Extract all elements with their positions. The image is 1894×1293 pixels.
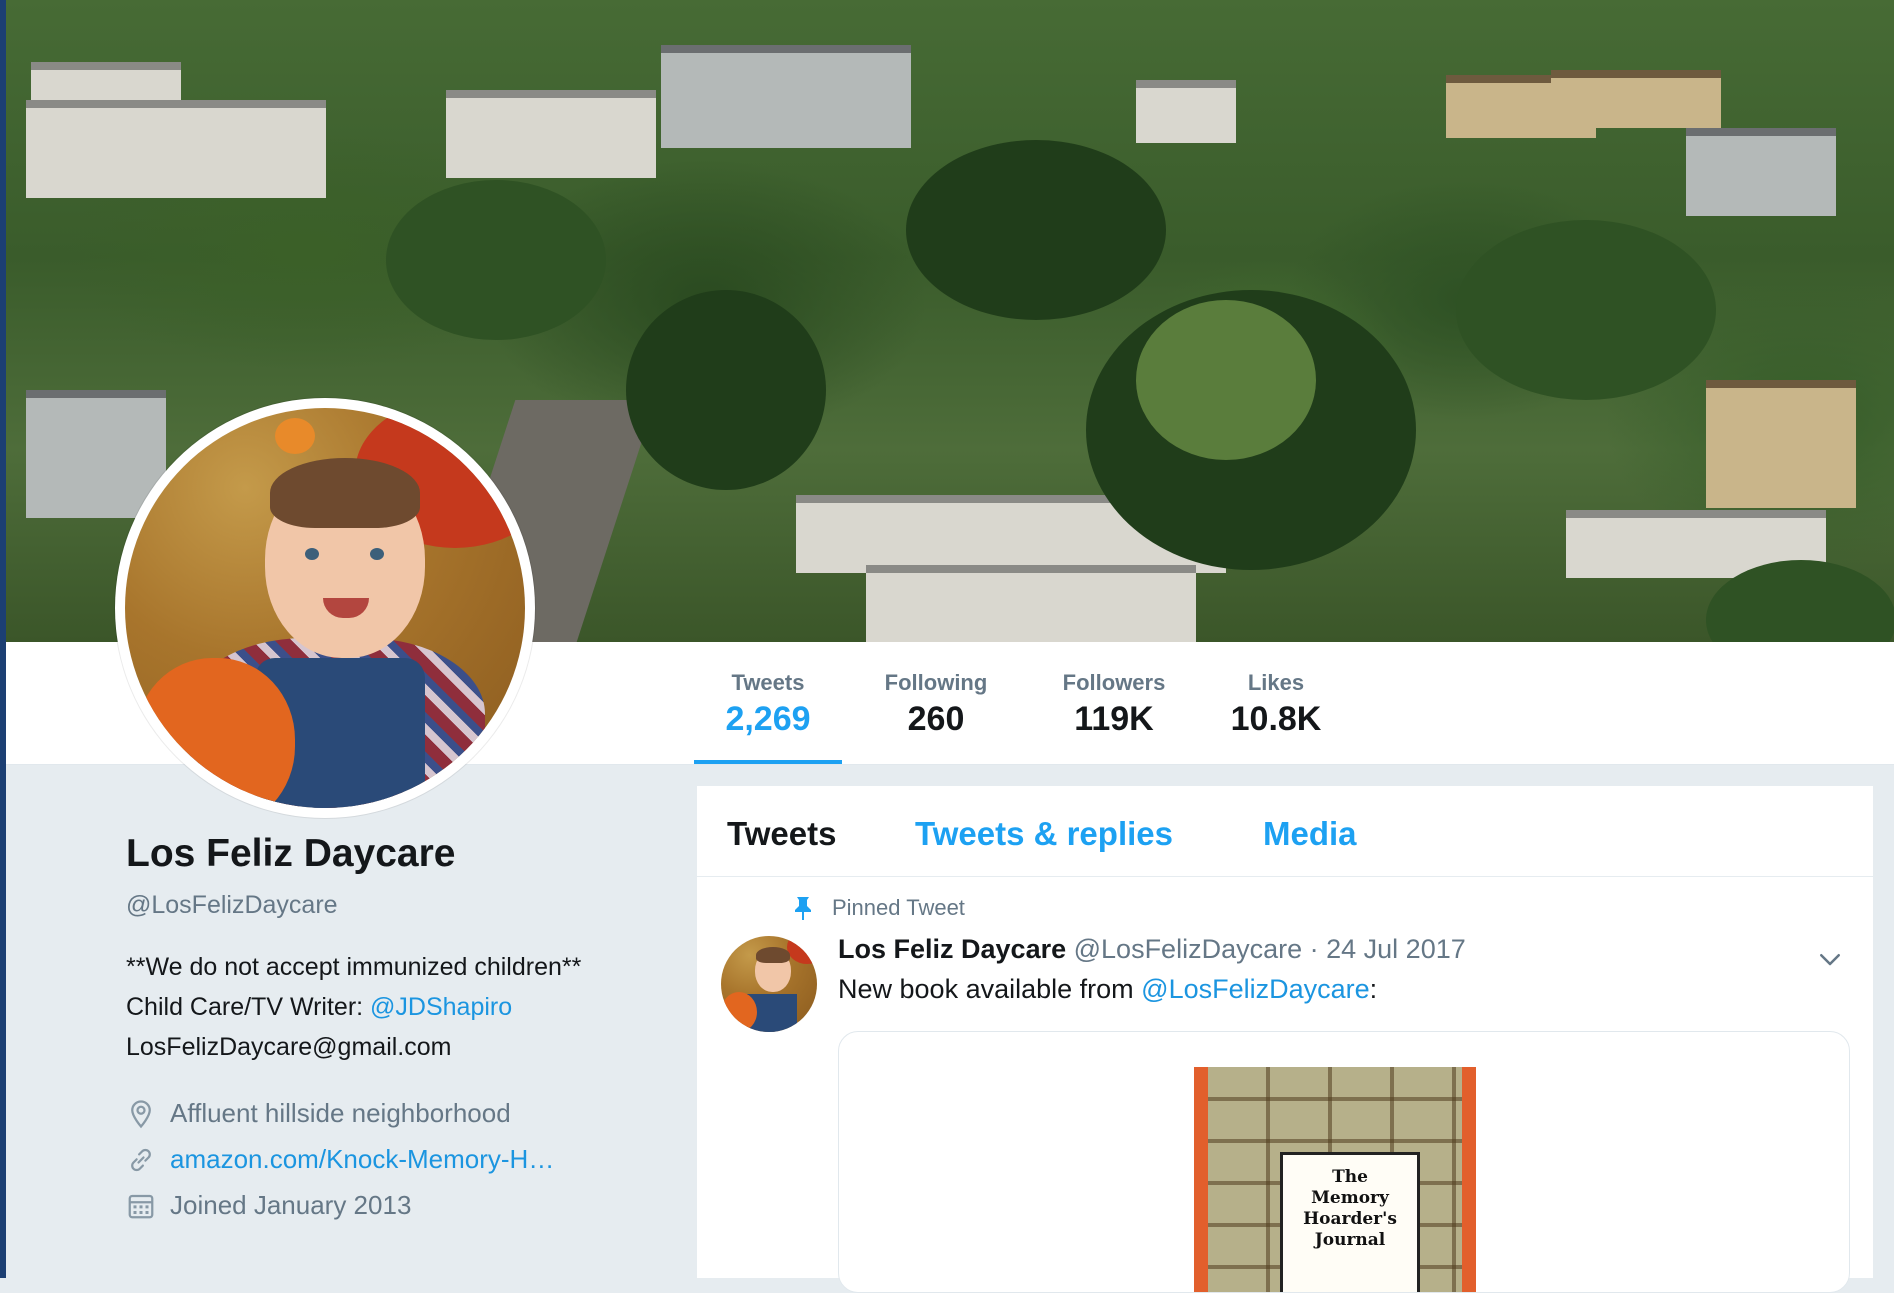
- tweet-text: New book available from @LosFelizDaycare…: [838, 974, 1377, 1005]
- pin-icon: [795, 897, 811, 920]
- avatar-hair: [270, 458, 420, 528]
- joined-text: Joined January 2013: [170, 1190, 412, 1220]
- avatar-eye: [370, 548, 384, 560]
- stat-value: 2,269: [725, 700, 811, 738]
- tweet-header: Los Feliz Daycare @LosFelizDaycare · 24 …: [838, 934, 1466, 965]
- pinned-tweet-label: Pinned Tweet: [792, 895, 965, 921]
- stat-value: 10.8K: [1230, 700, 1322, 738]
- tweet-date[interactable]: 24 Jul 2017: [1326, 934, 1466, 964]
- profile-handle[interactable]: @LosFelizDaycare: [126, 891, 338, 920]
- header-tree: [1456, 220, 1716, 400]
- bio-line: **We do not accept immunized children**: [126, 953, 582, 981]
- tab-tweets-and-replies[interactable]: Tweets & replies: [915, 815, 1173, 853]
- tab-media[interactable]: Media: [1263, 815, 1357, 853]
- website-link[interactable]: amazon.com/Knock-Memory-H…: [170, 1144, 554, 1175]
- avatar-eye: [305, 548, 319, 560]
- profile-name[interactable]: Los Feliz Daycare: [126, 832, 455, 876]
- location-text: Affluent hillside neighborhood: [170, 1098, 511, 1128]
- bio-text: Child Care/TV Writer:: [126, 993, 371, 1021]
- header-house: [1136, 80, 1236, 143]
- header-tree: [906, 140, 1166, 320]
- profile-website: amazon.com/Knock-Memory-H…: [126, 1144, 554, 1175]
- avatar-hair: [756, 947, 790, 963]
- stat-following[interactable]: Following 260: [866, 642, 1006, 764]
- tweet-author-name[interactable]: Los Feliz Daycare: [838, 934, 1066, 964]
- header-house: [1551, 70, 1721, 128]
- profile-joined: Joined January 2013: [126, 1190, 411, 1221]
- stat-followers[interactable]: Followers 119K: [1044, 642, 1184, 764]
- stat-label: Following: [884, 670, 988, 695]
- chevron-down-icon[interactable]: [1815, 944, 1845, 974]
- book-title-line: The: [1332, 1167, 1368, 1187]
- stat-value: 119K: [1074, 700, 1154, 738]
- tweet-avatar[interactable]: [721, 936, 817, 1032]
- avatar-photo: [125, 408, 525, 808]
- tweet-link-card[interactable]: The Memory Hoarder's Journal: [838, 1031, 1850, 1293]
- header-tree: [626, 290, 826, 490]
- stat-label: Followers: [1062, 670, 1166, 695]
- header-house: [26, 100, 326, 198]
- profile-location: Affluent hillside neighborhood: [126, 1098, 511, 1129]
- tweet-timeline: Tweets Tweets & replies Media Pinned Twe…: [697, 786, 1873, 1293]
- location-pin-icon: [131, 1099, 151, 1128]
- header-tree: [386, 180, 606, 340]
- link-icon: [131, 1148, 151, 1171]
- tab-tweets[interactable]: Tweets: [727, 815, 836, 853]
- stat-tweets[interactable]: Tweets 2,269: [694, 642, 842, 764]
- stat-likes[interactable]: Likes 10.8K: [1211, 642, 1341, 764]
- book-cover-label: The Memory Hoarder's Journal: [1280, 1152, 1420, 1292]
- avatar-pumpkin: [721, 992, 757, 1032]
- stat-label: Likes: [1247, 670, 1305, 695]
- tweet-separator: ·: [1302, 934, 1327, 964]
- header-house: [1706, 380, 1856, 508]
- pinned-text: Pinned Tweet: [832, 895, 965, 920]
- header-tree: [1136, 300, 1316, 460]
- profile-card: Los Feliz Daycare @LosFelizDaycare **We …: [6, 764, 686, 1278]
- profile-avatar[interactable]: [115, 398, 535, 818]
- timeline-tabs: Tweets Tweets & replies Media: [697, 786, 1873, 877]
- header-house: [1686, 128, 1836, 216]
- header-house: [446, 90, 656, 178]
- bio-line: LosFelizDaycare@gmail.com: [126, 1033, 452, 1061]
- avatar-pumpkin: [275, 418, 315, 454]
- tweet-text-body: New book available from: [838, 974, 1142, 1004]
- book-cover-image: The Memory Hoarder's Journal: [1194, 1067, 1476, 1292]
- header-house: [866, 565, 1196, 642]
- tweet-text-suffix: :: [1369, 974, 1378, 1004]
- avatar-pumpkin: [787, 936, 817, 964]
- profile-bio: **We do not accept immunized children** …: [126, 947, 686, 1067]
- stat-label: Tweets: [731, 670, 805, 695]
- calendar-icon: [128, 1194, 154, 1218]
- book-title-line: Journal: [1314, 1230, 1386, 1250]
- book-title-line: Memory: [1311, 1188, 1389, 1208]
- tweet-author-handle[interactable]: @LosFelizDaycare: [1074, 934, 1303, 964]
- header-house: [661, 45, 911, 148]
- bio-mention-link[interactable]: @JDShapiro: [370, 993, 512, 1021]
- book-title-line: Hoarder's: [1303, 1209, 1397, 1229]
- stat-value: 260: [907, 700, 965, 738]
- bio-line: Child Care/TV Writer: @JDShapiro: [126, 987, 686, 1027]
- tweet-mention-link[interactable]: @LosFelizDaycare: [1141, 974, 1370, 1004]
